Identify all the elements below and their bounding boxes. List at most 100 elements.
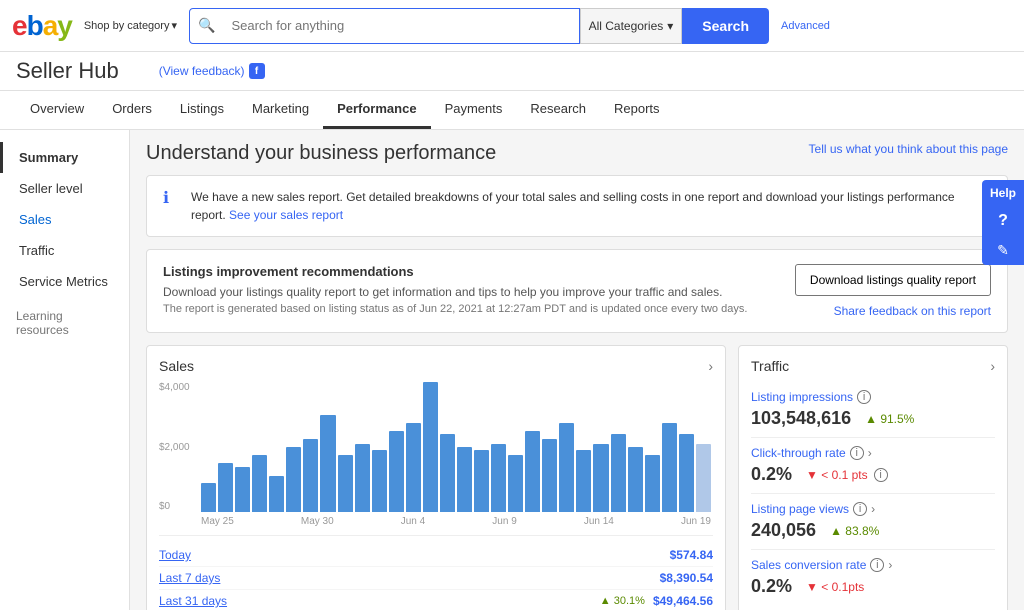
bar-2[interactable] bbox=[235, 467, 250, 513]
bar-13[interactable] bbox=[423, 382, 438, 512]
help-edit-button[interactable]: ✎ bbox=[982, 236, 1024, 265]
bar-28[interactable] bbox=[679, 434, 694, 512]
nav-overview[interactable]: Overview bbox=[16, 91, 98, 129]
bar-22[interactable] bbox=[576, 450, 591, 512]
traffic-impressions: Listing impressions i 103,548,616 ▲ 91.5… bbox=[751, 382, 995, 438]
bar-29[interactable] bbox=[696, 444, 711, 512]
nav-listings[interactable]: Listings bbox=[166, 91, 238, 129]
bar-24[interactable] bbox=[611, 434, 626, 512]
sidebar-item-summary[interactable]: Summary bbox=[0, 142, 129, 173]
share-feedback-link[interactable]: Share feedback on this report bbox=[834, 304, 991, 318]
bar-6[interactable] bbox=[303, 439, 318, 512]
stat-today: Today $574.84 bbox=[159, 544, 713, 567]
bar-12[interactable] bbox=[406, 423, 421, 512]
nav-orders[interactable]: Orders bbox=[98, 91, 166, 129]
last31days-value: $49,464.56 bbox=[653, 594, 713, 608]
bar-9[interactable] bbox=[355, 444, 370, 512]
sidebar-item-service-metrics[interactable]: Service Metrics bbox=[0, 266, 129, 297]
ctr-value-row: 0.2% ▼ < 0.1 pts i bbox=[751, 464, 995, 485]
bar-17[interactable] bbox=[491, 444, 506, 512]
sidebar-item-sales[interactable]: Sales bbox=[0, 204, 129, 235]
bar-4[interactable] bbox=[269, 476, 284, 512]
conversion-info-icon[interactable]: i bbox=[870, 558, 884, 572]
listings-card: Listings improvement recommendations Dow… bbox=[146, 249, 1008, 333]
content-area: Summary Seller level Sales Traffic Servi… bbox=[0, 130, 1024, 610]
bar-8[interactable] bbox=[338, 455, 353, 512]
bar-14[interactable] bbox=[440, 434, 455, 512]
x-label-jun19: Jun 19 bbox=[681, 516, 711, 527]
advanced-link[interactable]: Advanced bbox=[781, 20, 830, 32]
main-content: Understand your business performance Tel… bbox=[130, 130, 1024, 610]
page-views-label[interactable]: Listing page views i › bbox=[751, 502, 995, 516]
chevron-down-icon: ▾ bbox=[667, 19, 673, 33]
last31days-link[interactable]: Last 31 days bbox=[159, 594, 227, 608]
today-link[interactable]: Today bbox=[159, 548, 191, 562]
ctr-chevron-icon[interactable]: › bbox=[868, 446, 872, 460]
sales-chevron-right-icon[interactable]: › bbox=[708, 358, 713, 374]
sidebar-item-traffic[interactable]: Traffic bbox=[0, 235, 129, 266]
bar-21[interactable] bbox=[559, 423, 574, 512]
help-label[interactable]: Help bbox=[982, 180, 1024, 206]
conversion-label[interactable]: Sales conversion rate i › bbox=[751, 558, 995, 572]
impressions-label[interactable]: Listing impressions i bbox=[751, 390, 995, 404]
traffic-page-views: Listing page views i › 240,056 ▲ 83.8% bbox=[751, 494, 995, 550]
nav-payments[interactable]: Payments bbox=[431, 91, 517, 129]
bar-16[interactable] bbox=[474, 450, 489, 512]
bar-26[interactable] bbox=[645, 455, 660, 512]
nav-research[interactable]: Research bbox=[516, 91, 600, 129]
info-text: We have a new sales report. Get detailed… bbox=[191, 188, 991, 224]
info-icon: ℹ bbox=[163, 188, 181, 208]
y-axis-labels: $4,000 $2,000 $0 bbox=[159, 382, 190, 512]
bar-1[interactable] bbox=[218, 463, 233, 512]
bar-3[interactable] bbox=[252, 455, 267, 512]
nav-marketing[interactable]: Marketing bbox=[238, 91, 323, 129]
tell-us-link[interactable]: Tell us what you think about this page bbox=[809, 142, 1008, 156]
logo-b: b bbox=[27, 12, 43, 40]
view-feedback-link[interactable]: (View feedback) f bbox=[159, 63, 265, 79]
bar-5[interactable] bbox=[286, 447, 301, 512]
sales-report-link[interactable]: See your sales report bbox=[229, 208, 343, 222]
bar-19[interactable] bbox=[525, 431, 540, 512]
bar-27[interactable] bbox=[662, 423, 677, 512]
sales-chart-header: Sales › bbox=[159, 358, 713, 374]
traffic-chevron-right-icon[interactable]: › bbox=[990, 358, 995, 374]
bar-23[interactable] bbox=[593, 444, 608, 512]
search-button[interactable]: Search bbox=[682, 8, 769, 44]
x-axis-labels: May 25 May 30 Jun 4 Jun 9 Jun 14 Jun 19 bbox=[199, 516, 713, 527]
ctr-info-icon[interactable]: i bbox=[850, 446, 864, 460]
x-label-may30: May 30 bbox=[301, 516, 334, 527]
ebay-logo: e b a y bbox=[12, 12, 72, 40]
conversion-chevron-icon[interactable]: › bbox=[888, 558, 892, 572]
category-dropdown[interactable]: All Categories ▾ bbox=[580, 8, 683, 44]
shop-by-category[interactable]: Shop by category ▾ bbox=[84, 19, 177, 32]
bar-11[interactable] bbox=[389, 431, 404, 512]
seller-hub-bar: Seller Hub (View feedback) f bbox=[0, 52, 1024, 91]
bar-7[interactable] bbox=[320, 415, 335, 513]
search-input[interactable] bbox=[223, 9, 578, 43]
last7days-link[interactable]: Last 7 days bbox=[159, 571, 220, 585]
ctr-change-info-icon[interactable]: i bbox=[874, 468, 888, 482]
header: e b a y Shop by category ▾ 🔍 All Categor… bbox=[0, 0, 1024, 52]
bar-18[interactable] bbox=[508, 455, 523, 512]
bar-0[interactable] bbox=[201, 483, 216, 512]
page-views-chevron-icon[interactable]: › bbox=[871, 502, 875, 516]
help-question-button[interactable]: ? bbox=[982, 206, 1024, 236]
ctr-label[interactable]: Click-through rate i › bbox=[751, 446, 995, 460]
page-views-info-icon[interactable]: i bbox=[853, 502, 867, 516]
nav-performance[interactable]: Performance bbox=[323, 91, 430, 129]
nav-reports[interactable]: Reports bbox=[600, 91, 674, 129]
bar-20[interactable] bbox=[542, 439, 557, 512]
conversion-change: ▼ < 0.1pts bbox=[806, 580, 864, 594]
sales-bar-chart bbox=[199, 382, 713, 512]
sidebar-section-learning: Learning resources bbox=[0, 297, 129, 341]
y-label-4000: $4,000 bbox=[159, 382, 190, 393]
sidebar-item-seller-level[interactable]: Seller level bbox=[0, 173, 129, 204]
help-panel: Help ? ✎ bbox=[982, 180, 1024, 265]
download-quality-report-button[interactable]: Download listings quality report bbox=[795, 264, 991, 296]
impressions-info-icon[interactable]: i bbox=[857, 390, 871, 404]
last31days-growth: ▲ 30.1% bbox=[600, 595, 645, 607]
bar-10[interactable] bbox=[372, 450, 387, 512]
bar-25[interactable] bbox=[628, 447, 643, 512]
bar-15[interactable] bbox=[457, 447, 472, 512]
page-header: Understand your business performance Tel… bbox=[146, 142, 1008, 165]
